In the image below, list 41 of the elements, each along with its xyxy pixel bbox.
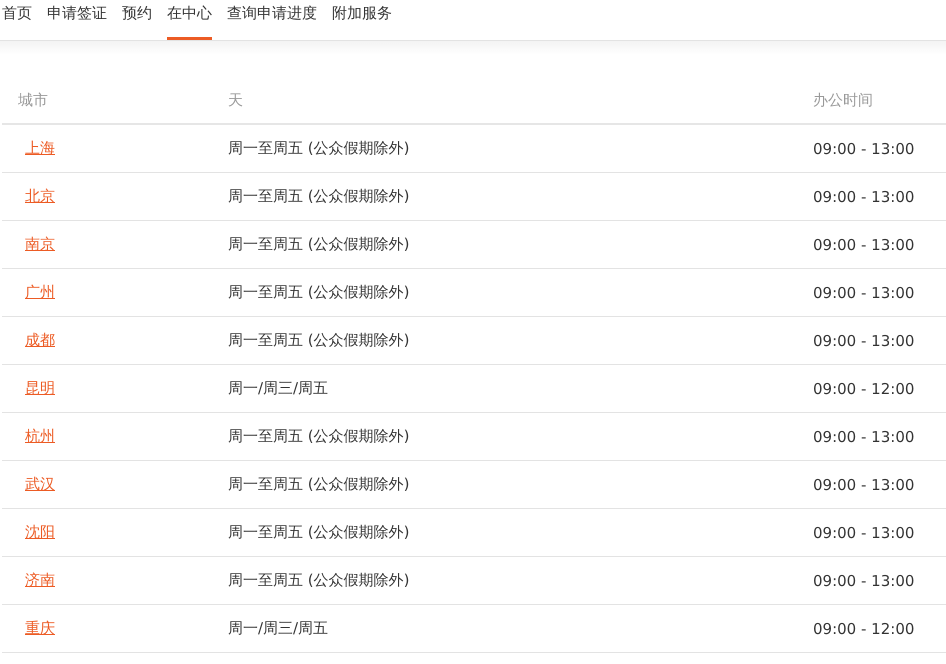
- table-cell-text: 周一至周五 (公众假期除外): [227, 139, 410, 158]
- nav-tab[interactable]: 预约: [122, 0, 152, 40]
- table-cell-text: 09:00 - 13:00: [812, 524, 916, 542]
- table-cell-text: 09:00 - 13:00: [812, 236, 916, 254]
- table-cell-text: 09:00 - 13:00: [812, 572, 916, 590]
- city-link[interactable]: 杭州: [25, 427, 55, 446]
- city-link[interactable]: 南京: [25, 235, 55, 254]
- table-cell-text: 09:00 - 13:00: [812, 284, 916, 302]
- column-header: 办公时间: [812, 91, 874, 110]
- table-cell-text: 周一/周三/周五: [227, 379, 330, 398]
- table-cell-text: 周一/周三/周五: [227, 619, 330, 638]
- city-link[interactable]: 成都: [25, 331, 55, 350]
- table-cell-text: 周一至周五 (公众假期除外): [227, 571, 410, 590]
- city-link[interactable]: 武汉: [25, 475, 55, 494]
- table-cell-text: 09:00 - 13:00: [812, 140, 916, 158]
- table-cell-text: 09:00 - 13:00: [812, 188, 916, 206]
- table-cell-text: 周一至周五 (公众假期除外): [227, 331, 410, 350]
- table-cell-text: 09:00 - 12:00: [812, 380, 916, 398]
- city-link[interactable]: 济南: [25, 571, 55, 590]
- table-cell-text: 周一至周五 (公众假期除外): [227, 235, 410, 254]
- city-link[interactable]: 重庆: [25, 619, 55, 638]
- table-cell-text: 09:00 - 13:00: [812, 428, 916, 446]
- city-link[interactable]: 广州: [25, 283, 55, 302]
- nav-tab[interactable]: 首页: [2, 0, 32, 40]
- city-link[interactable]: 昆明: [25, 379, 55, 398]
- column-header: 城市: [17, 91, 49, 110]
- table-cell-text: 周一至周五 (公众假期除外): [227, 523, 410, 542]
- table-cell-text: 09:00 - 12:00: [812, 620, 916, 638]
- column-header: 天: [227, 91, 244, 110]
- table-cell-text: 周一至周五 (公众假期除外): [227, 187, 410, 206]
- table-cell-text: 09:00 - 13:00: [812, 476, 916, 494]
- city-link[interactable]: 上海: [25, 139, 55, 158]
- city-link[interactable]: 沈阳: [25, 523, 55, 542]
- nav-tab[interactable]: 附加服务: [332, 0, 392, 40]
- table-cell-text: 周一至周五 (公众假期除外): [227, 475, 410, 494]
- nav-tab[interactable]: 查询申请进度: [227, 0, 317, 40]
- table-cell-text: 周一至周五 (公众假期除外): [227, 283, 410, 302]
- table-cell-text: 09:00 - 13:00: [812, 332, 916, 350]
- table-cell-text: 周一至周五 (公众假期除外): [227, 427, 410, 446]
- city-link[interactable]: 北京: [25, 187, 55, 206]
- nav-tab[interactable]: 申请签证: [47, 0, 107, 40]
